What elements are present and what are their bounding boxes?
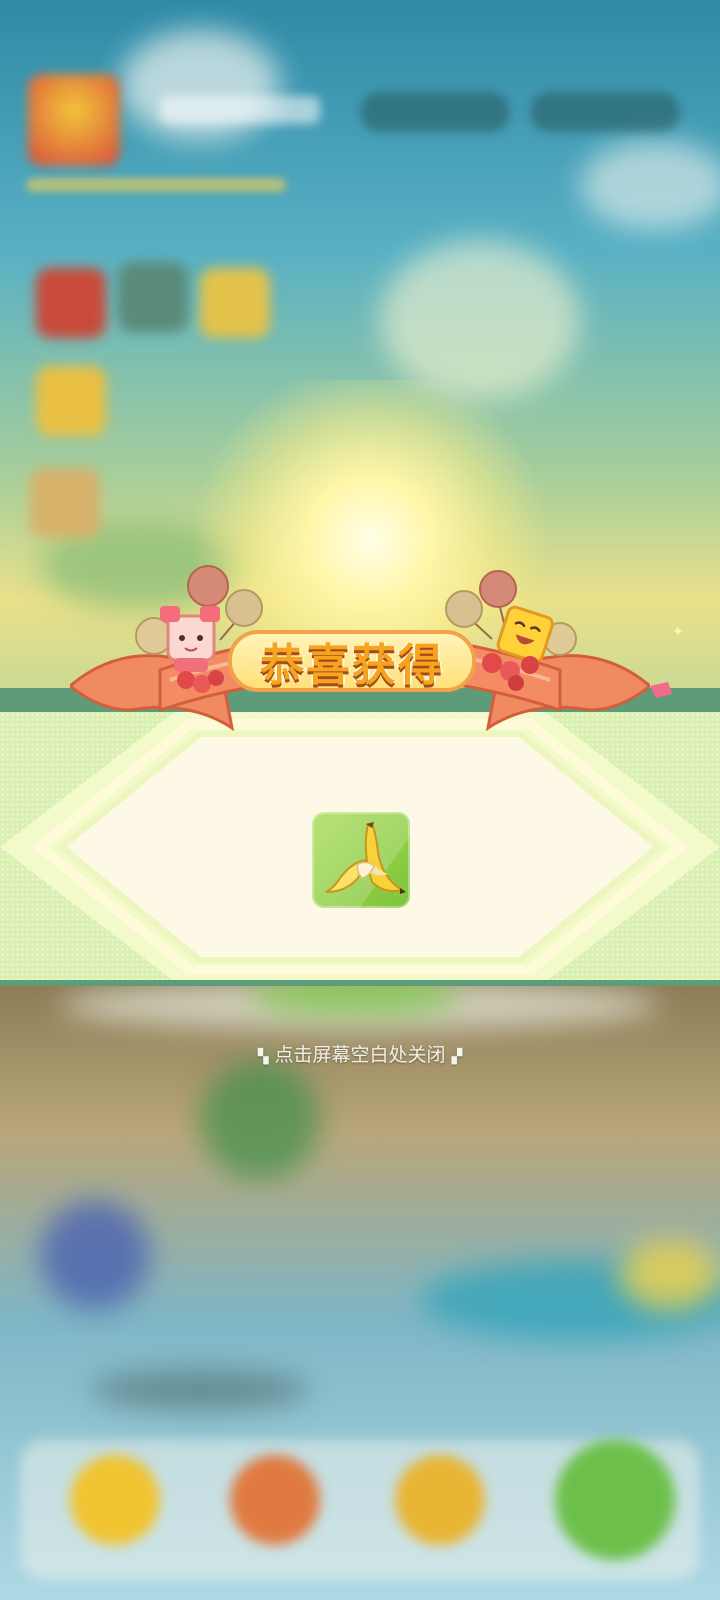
hidden-avatar-shape bbox=[40, 1200, 150, 1310]
banana-icon bbox=[325, 822, 406, 894]
reward-band-bottom-edge bbox=[0, 980, 720, 986]
energy-counter bbox=[530, 92, 680, 132]
player-name-placeholder bbox=[160, 96, 320, 124]
decoration-icon: ▞ bbox=[451, 1049, 463, 1065]
menu-icon bbox=[30, 468, 100, 538]
cloud-shape bbox=[380, 240, 580, 400]
close-hint-text: 点击屏幕空白处关闭 bbox=[274, 1044, 446, 1066]
sparkle-icon: ✦ bbox=[672, 624, 684, 640]
nav-button bbox=[395, 1455, 485, 1545]
hidden-label-shape bbox=[90, 1370, 310, 1410]
close-hint[interactable]: ▚ 点击屏幕空白处关闭 ▞ bbox=[0, 1040, 720, 1067]
menu-icon bbox=[118, 262, 188, 332]
congratulations-title: 恭喜获得 bbox=[228, 630, 476, 692]
confetti-icon bbox=[650, 682, 672, 698]
menu-icon bbox=[36, 366, 106, 436]
player-avatar bbox=[28, 74, 120, 166]
nav-button bbox=[230, 1455, 320, 1545]
menu-icon bbox=[200, 268, 270, 338]
menu-icon bbox=[36, 268, 106, 338]
title-text: 恭喜获得 bbox=[260, 640, 444, 691]
nav-button bbox=[70, 1455, 160, 1545]
cloud-shape bbox=[580, 140, 720, 230]
coin-counter bbox=[360, 92, 510, 132]
nav-button bbox=[555, 1440, 675, 1560]
reward-item-slot[interactable] bbox=[312, 812, 410, 908]
decoration-icon: ▚ bbox=[257, 1049, 269, 1065]
hidden-button-shape bbox=[620, 1240, 720, 1310]
experience-bar bbox=[26, 178, 286, 192]
tree-shape bbox=[200, 1060, 320, 1180]
